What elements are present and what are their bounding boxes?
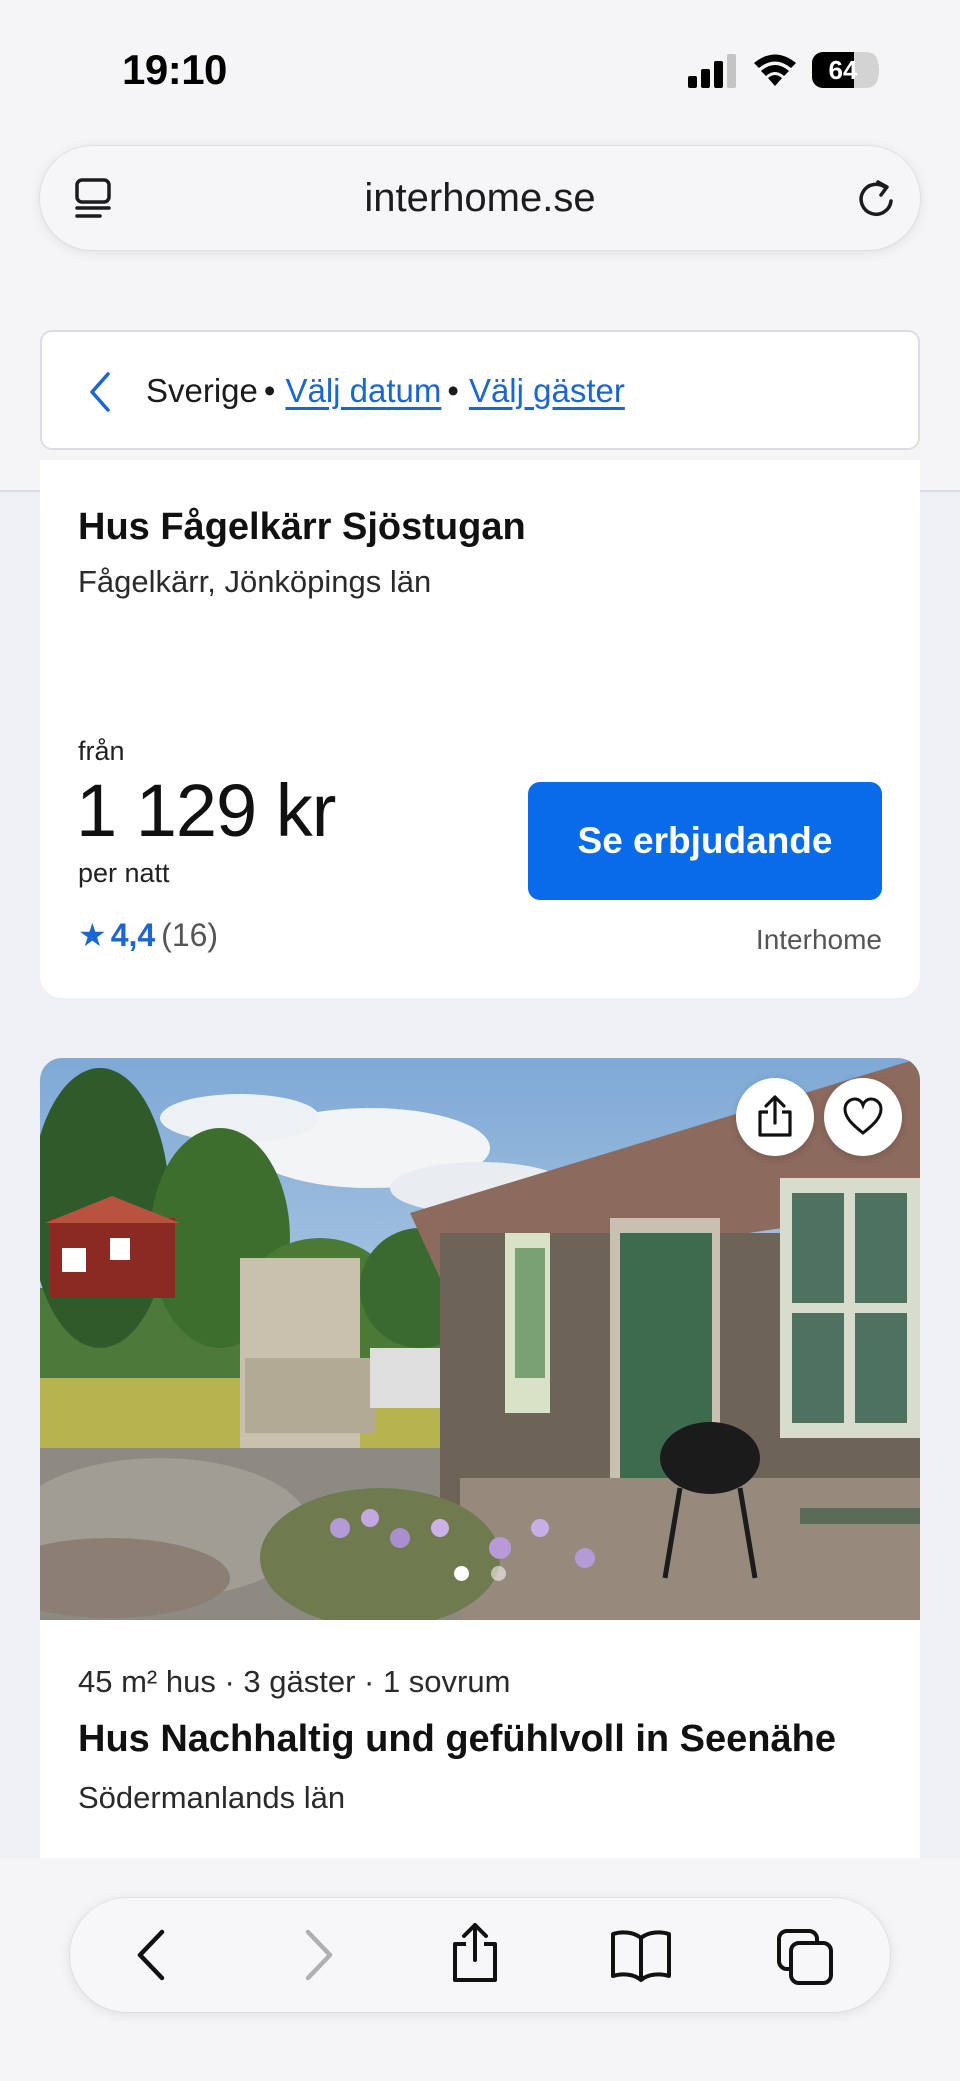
listing-price: 1 129 kr xyxy=(76,769,336,852)
share-icon[interactable] xyxy=(450,1922,500,1984)
forward-icon xyxy=(305,1929,333,1981)
back-icon[interactable] xyxy=(128,1928,178,1982)
pagination-dot xyxy=(491,1566,506,1581)
rating-score: 4,4 xyxy=(110,917,156,953)
search-breadcrumb: Sverige • Välj datum • Välj gäster xyxy=(146,372,625,410)
battery-level: 64 xyxy=(828,55,858,85)
search-filter-bar: Sverige • Välj datum • Välj gäster xyxy=(40,330,920,450)
url-text[interactable]: interhome.se xyxy=(40,176,920,221)
browser-toolbar xyxy=(0,1858,960,2081)
see-offer-button[interactable]: Se erbjudande xyxy=(528,782,882,900)
price-prefix: från xyxy=(78,736,125,766)
listing-title[interactable]: Hus Nachhaltig und gefühlvoll in Seenähe xyxy=(78,1718,836,1761)
breadcrumb-separator: • xyxy=(263,372,276,409)
status-bar: 19:10 64 xyxy=(0,0,960,130)
wifi-icon xyxy=(754,54,796,86)
photo-pagination xyxy=(40,1566,920,1586)
select-date-link[interactable]: Välj datum xyxy=(285,372,441,409)
battery-cap xyxy=(874,63,879,77)
address-bar[interactable]: interhome.se xyxy=(40,146,920,250)
listing-rating: ★ 4,4 (16) xyxy=(78,916,218,954)
heart-icon xyxy=(843,1097,883,1135)
listing-title[interactable]: Hus Fågelkärr Sjöstugan xyxy=(78,506,526,549)
price-suffix: per natt xyxy=(78,858,170,888)
bookmarks-icon[interactable] xyxy=(610,1928,672,1982)
listing-location: Fågelkärr, Jönköpings län xyxy=(78,564,432,599)
listing-card[interactable]: 45 m² hus · 3 gäster · 1 sovrum Hus Nach… xyxy=(40,1058,920,1888)
listing-facts: 45 m² hus · 3 gäster · 1 sovrum xyxy=(78,1664,511,1699)
listing-provider: Interhome xyxy=(755,924,882,955)
browser-top-chrome: 19:10 64 interhome.se Sverige • Välj dat… xyxy=(0,0,960,490)
country-label: Sverige xyxy=(146,372,258,409)
star-icon: ★ xyxy=(78,917,107,953)
pagination-dot-active xyxy=(454,1566,469,1581)
listing-location: Södermanlands län xyxy=(78,1780,346,1815)
share-icon xyxy=(758,1095,792,1137)
toolbar-pill xyxy=(70,1898,890,2012)
reload-icon[interactable] xyxy=(854,174,898,222)
listing-card[interactable]: Hus Fågelkärr Sjöstugan Fågelkärr, Jönkö… xyxy=(40,460,920,998)
review-count: (16) xyxy=(161,917,219,953)
favorite-button[interactable] xyxy=(824,1078,902,1156)
select-guests-link[interactable]: Välj gäster xyxy=(469,372,625,409)
status-time: 19:10 xyxy=(122,46,227,93)
cellular-signal-icon xyxy=(688,54,736,88)
listing-photo[interactable] xyxy=(40,1058,920,1620)
tabs-icon[interactable] xyxy=(776,1928,836,1986)
breadcrumb-separator: • xyxy=(447,372,459,409)
chevron-left-icon[interactable] xyxy=(88,372,112,412)
battery-icon: 64 xyxy=(812,52,878,88)
share-button[interactable] xyxy=(736,1078,814,1156)
